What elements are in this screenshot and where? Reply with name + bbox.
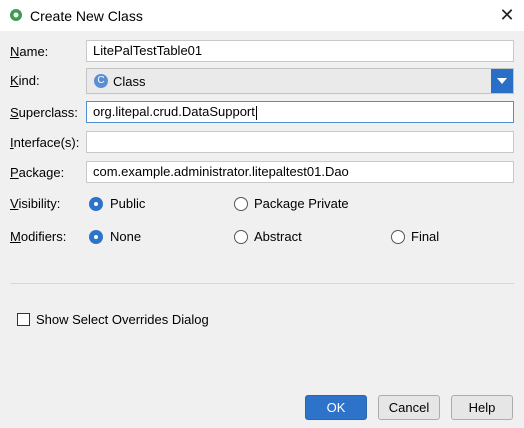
superclass-field[interactable]: org.litepal.crud.DataSupport xyxy=(86,101,514,123)
modifiers-label: Modifiers: xyxy=(10,229,67,244)
visibility-public-label[interactable]: Public xyxy=(110,196,145,211)
title-bar: Create New Class ✕ xyxy=(0,0,524,32)
modifiers-final-radio[interactable] xyxy=(391,230,405,244)
name-field[interactable]: LitePalTestTable01 xyxy=(86,40,514,62)
interfaces-label: Interface(s): xyxy=(10,135,80,150)
superclass-label: Superclass: xyxy=(10,105,78,120)
show-overrides-label[interactable]: Show Select Overrides Dialog xyxy=(36,312,209,327)
show-overrides-checkbox[interactable] xyxy=(17,313,30,326)
modifiers-none-label[interactable]: None xyxy=(110,229,141,244)
dropdown-button[interactable] xyxy=(491,69,513,93)
modifiers-abstract-radio[interactable] xyxy=(234,230,248,244)
close-button[interactable]: ✕ xyxy=(490,0,524,30)
android-studio-icon xyxy=(10,9,22,21)
close-icon: ✕ xyxy=(499,4,515,25)
cancel-button[interactable]: Cancel xyxy=(378,395,440,420)
kind-value: Class xyxy=(113,74,146,89)
text-caret xyxy=(255,105,257,120)
visibility-label: Visibility: xyxy=(10,196,61,211)
kind-combobox[interactable]: C Class xyxy=(86,68,514,94)
class-icon: C xyxy=(94,74,108,88)
package-field[interactable]: com.example.administrator.litepaltest01.… xyxy=(86,161,514,183)
name-label: Name: xyxy=(10,44,49,59)
interfaces-field[interactable] xyxy=(86,131,514,153)
ok-button[interactable]: OK xyxy=(305,395,367,420)
kind-label: Kind: xyxy=(10,73,40,88)
visibility-package-private-radio[interactable] xyxy=(234,197,248,211)
chevron-down-icon xyxy=(497,78,507,84)
visibility-package-private-label[interactable]: Package Private xyxy=(254,196,349,211)
window-title: Create New Class xyxy=(30,8,143,24)
superclass-value: org.litepal.crud.DataSupport xyxy=(93,104,255,119)
separator xyxy=(10,283,514,284)
modifiers-final-label[interactable]: Final xyxy=(411,229,439,244)
dialog-body: Name: LitePalTestTable01 Kind: C Class S… xyxy=(0,31,524,428)
package-label: Package: xyxy=(10,165,65,180)
help-button[interactable]: Help xyxy=(451,395,513,420)
modifiers-none-radio[interactable] xyxy=(89,230,103,244)
modifiers-abstract-label[interactable]: Abstract xyxy=(254,229,302,244)
visibility-public-radio[interactable] xyxy=(89,197,103,211)
